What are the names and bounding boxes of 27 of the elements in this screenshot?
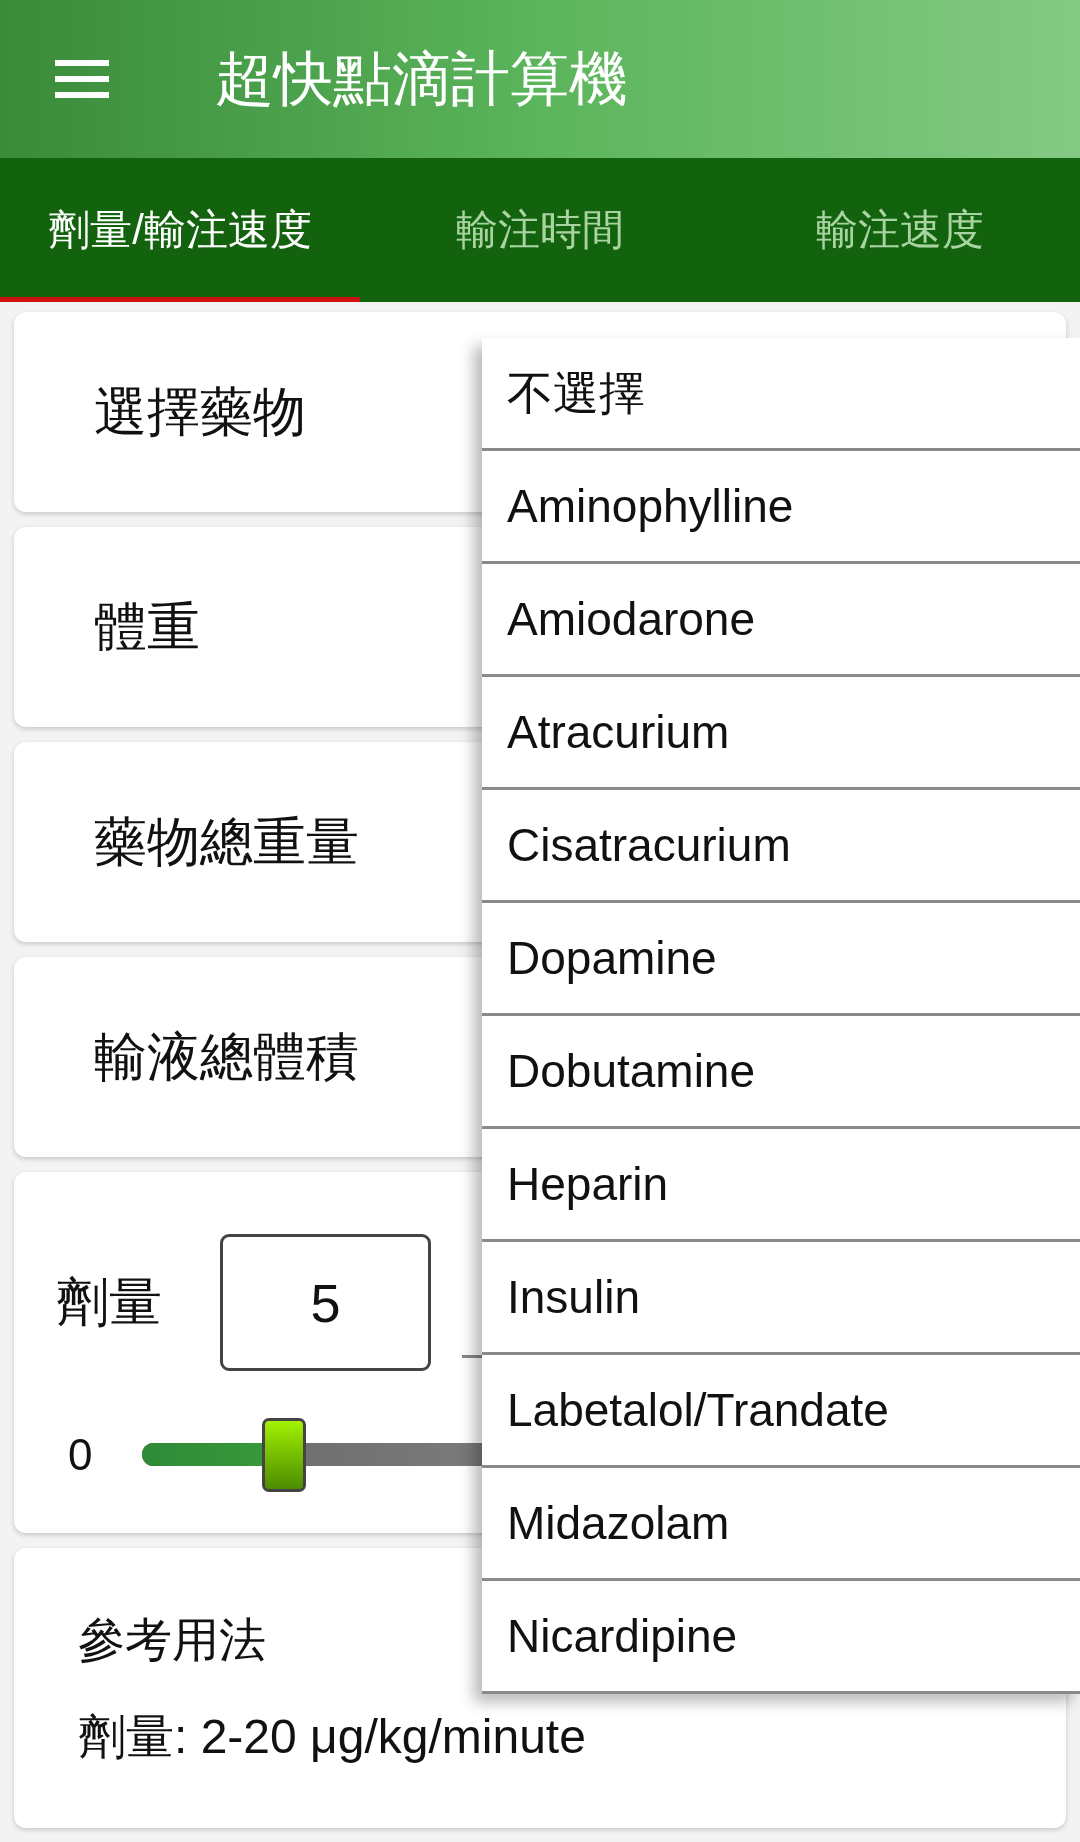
field-label: 選擇藥物: [94, 381, 306, 443]
dropdown-option[interactable]: Amiodarone: [482, 564, 1080, 677]
field-label: 輸液總體積: [94, 1026, 359, 1088]
dropdown-option[interactable]: Aminophylline: [482, 451, 1080, 564]
reference-text: 劑量: 2-20 μg/kg/minute: [78, 1709, 586, 1765]
field-label: 藥物總重量: [94, 811, 359, 873]
dose-label: 劑量: [56, 1271, 163, 1333]
dose-input[interactable]: 5: [220, 1234, 431, 1371]
app-title: 超快點滴計算機: [215, 45, 628, 113]
tab[interactable]: 輸注時間: [360, 158, 720, 302]
reference-title: 參考用法: [78, 1612, 266, 1668]
dropdown-option[interactable]: Atracurium: [482, 677, 1080, 790]
dropdown-option[interactable]: Insulin: [482, 1242, 1080, 1355]
dropdown-option[interactable]: Nicardipine: [482, 1581, 1080, 1694]
dropdown-option[interactable]: 不選擇: [482, 338, 1080, 451]
menu-icon[interactable]: [55, 60, 109, 98]
dropdown-option[interactable]: Labetalol/Trandate: [482, 1355, 1080, 1468]
dropdown-option[interactable]: Heparin: [482, 1129, 1080, 1242]
dropdown-option[interactable]: Dopamine: [482, 903, 1080, 1016]
dropdown-option[interactable]: Dobutamine: [482, 1016, 1080, 1129]
dropdown-option[interactable]: Midazolam: [482, 1468, 1080, 1581]
slider-thumb[interactable]: [261, 1418, 306, 1492]
tab[interactable]: 輸注速度: [720, 158, 1080, 302]
tab[interactable]: 劑量/輸注速度: [0, 158, 360, 302]
field-label: 體重: [94, 596, 200, 658]
slider-min-label: 0: [68, 1429, 94, 1481]
dropdown-option[interactable]: Cisatracurium: [482, 790, 1080, 903]
